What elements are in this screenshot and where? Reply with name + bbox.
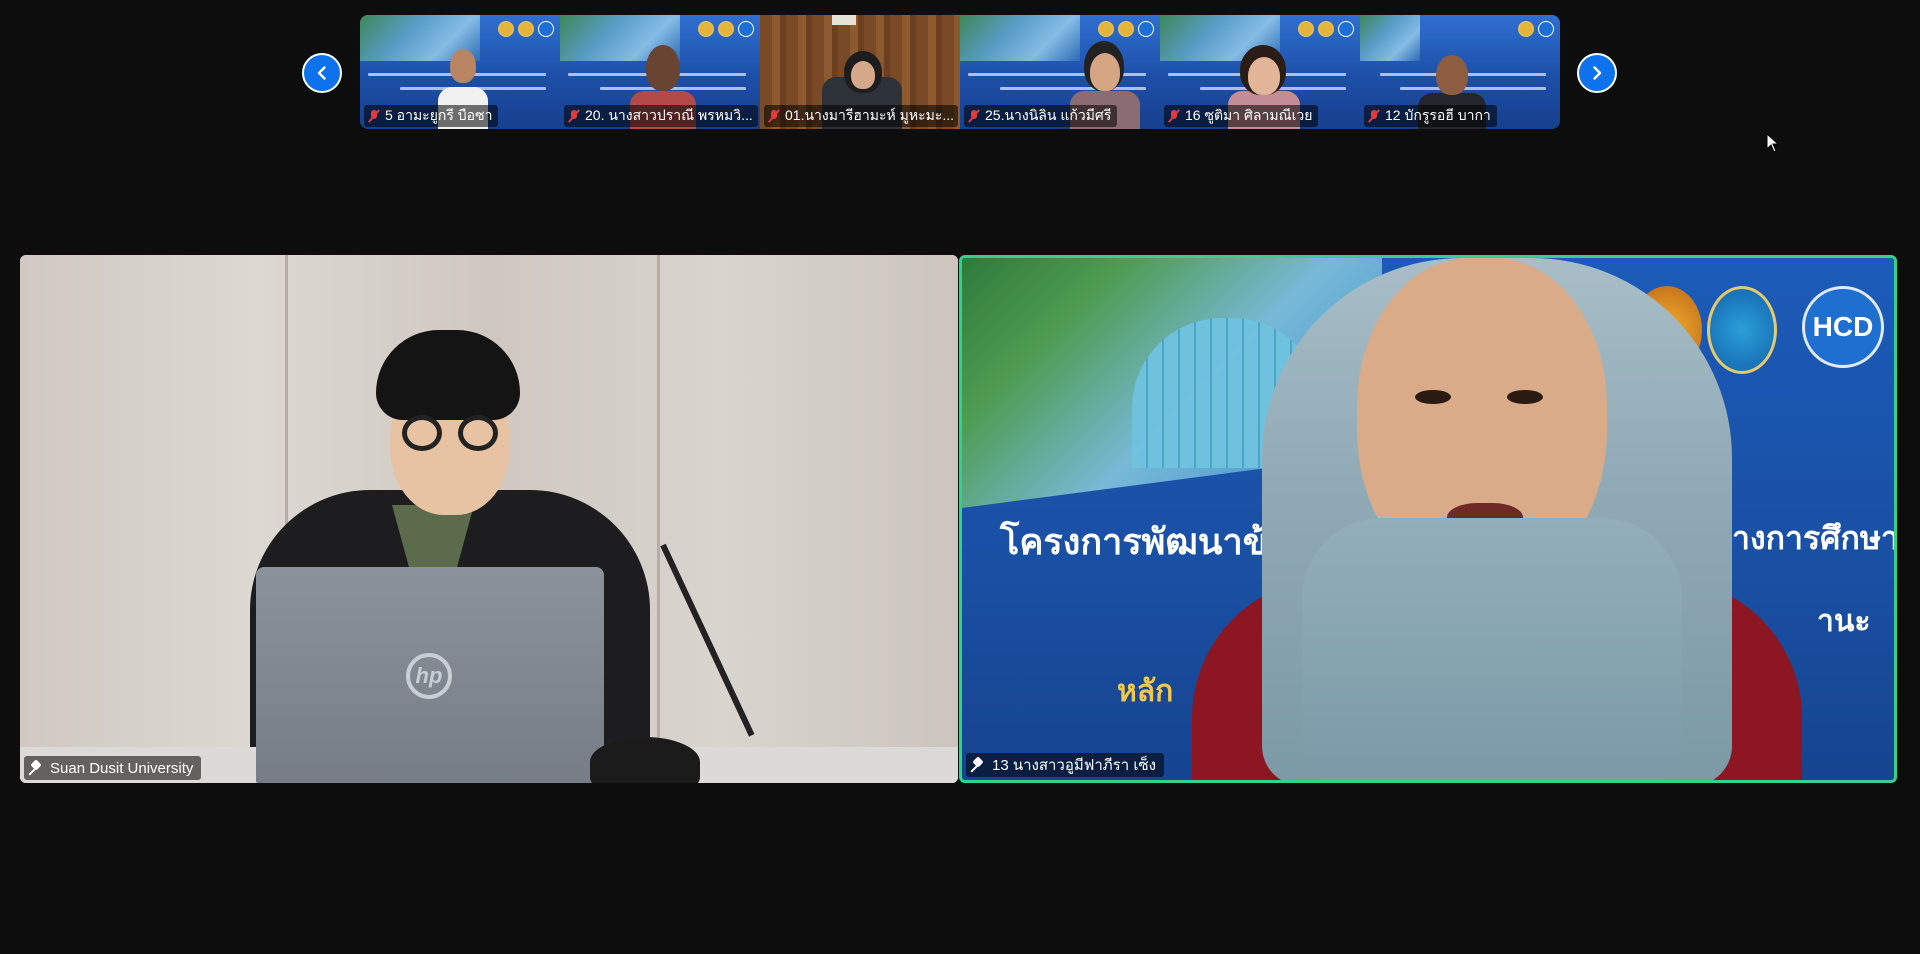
slide-title-line: โครงการพัฒนาข้าร	[1000, 521, 1307, 563]
previous-page-button[interactable]	[302, 53, 342, 93]
speaker-eye	[1415, 390, 1451, 404]
participant-thumbnail[interactable]: 5 อามะยูกรี บือซา	[360, 15, 560, 129]
background-text-line	[1400, 87, 1546, 90]
participant-face	[1090, 53, 1120, 91]
slide-subtitle-line: หลัก	[1117, 674, 1174, 709]
participant-name-label: 25.นางนิลิน แก้วมีศรี	[964, 105, 1118, 127]
mic-off-icon	[368, 109, 380, 123]
participant-name: 13 นางสาวอูมีฟาภีรา เซ็ง	[992, 757, 1156, 774]
presenter-glasses	[458, 415, 498, 451]
participant-name: 5 อามะยูกรี บือซา	[385, 107, 493, 123]
participant-thumbnail[interactable]: 25.นางนิลิน แก้วมีศรี	[960, 15, 1160, 129]
participant-name-label: 13 นางสาวอูมีฟาภีรา เซ็ง	[966, 753, 1164, 777]
meeting-gallery-view: 5 อามะยูกรี บือซา 20. นางสาวปราณี พรหมวิ…	[0, 0, 1920, 954]
background-building-image	[1360, 15, 1420, 61]
participant-name-label: 01.นางมารีฮามะห์ มูหะมะ...	[764, 105, 958, 127]
background-building-image	[960, 15, 1080, 61]
mic-off-icon	[1168, 109, 1180, 123]
participant-thumbnail-strip: 5 อามะยูกรี บือซา 20. นางสาวปราณี พรหมวิ…	[360, 15, 1560, 129]
microphone-base	[590, 737, 700, 783]
laptop: hp	[256, 567, 604, 783]
participant-thumbnail[interactable]: 16 ซูติมา ศิลามณีเวย	[1160, 15, 1360, 129]
participant-thumbnail[interactable]: 12 บักรูรอฮี บากา	[1360, 15, 1560, 129]
participant-name-label: 12 บักรูรอฮี บากา	[1364, 105, 1497, 127]
background-text-line	[1000, 87, 1146, 90]
pin-icon	[972, 758, 984, 772]
mic-off-icon	[968, 109, 980, 123]
participant-face	[1436, 55, 1468, 95]
participant-face	[450, 49, 476, 83]
mic-off-icon	[768, 109, 780, 123]
laptop-logo: hp	[406, 653, 452, 699]
participant-name: 20. นางสาวปราณี พรหมวิ...	[585, 107, 753, 123]
speaker-hijab-drape	[1302, 518, 1682, 780]
participant-name-label: 20. นางสาวปราณี พรหมวิ...	[564, 105, 758, 127]
room-window	[832, 15, 856, 25]
active-speaker-person	[1192, 258, 1802, 780]
participant-face	[1248, 57, 1280, 95]
participant-name-label: Suan Dusit University	[24, 756, 202, 780]
participant-name: 25.นางนิลิน แก้วมีศรี	[985, 107, 1112, 123]
next-page-button[interactable]	[1577, 53, 1617, 93]
mic-off-icon	[1368, 109, 1380, 123]
participant-name-label: 16 ซูติมา ศิลามณีเวย	[1164, 105, 1319, 127]
chevron-left-icon	[317, 66, 326, 80]
slide-subtitle-line: านะ	[1817, 604, 1871, 639]
background-logos	[498, 21, 554, 37]
slide-title-line: างการศึกษา	[1732, 519, 1897, 557]
participant-name-label: 5 อามะยูกรี บือซา	[364, 105, 499, 127]
participant-thumbnail[interactable]: 01.นางมารีฮามะห์ มูหะมะ...	[760, 15, 960, 129]
participant-face	[646, 45, 680, 91]
background-logos	[1098, 21, 1154, 37]
participant-thumbnail[interactable]: 20. นางสาวปราณี พรหมวิ...	[560, 15, 760, 129]
background-logos	[698, 21, 754, 37]
background-logos	[1518, 21, 1554, 37]
mic-off-icon	[568, 109, 580, 123]
hcd-logo: HCD	[1802, 286, 1884, 368]
participant-name: 16 ซูติมา ศิลามณีเวย	[1185, 107, 1313, 123]
participant-name: Suan Dusit University	[50, 759, 194, 777]
pin-icon	[30, 761, 42, 775]
chevron-right-icon	[1593, 66, 1602, 80]
background-logos	[1298, 21, 1354, 37]
speaker-eye	[1507, 390, 1543, 404]
participant-name: 01.นางมารีฮามะห์ มูหะมะ...	[785, 107, 955, 123]
curtain-seam	[657, 255, 660, 783]
presenter-glasses	[402, 415, 442, 451]
video-tile-suan-dusit[interactable]: hp Suan Dusit University	[20, 255, 958, 783]
participant-name: 12 บักรูรอฮี บากา	[1385, 107, 1491, 123]
participant-face	[851, 61, 875, 89]
video-tile-active-speaker[interactable]: HCD โครงการพัฒนาข้าร างการศึกษา านะ หลัก…	[959, 255, 1897, 783]
